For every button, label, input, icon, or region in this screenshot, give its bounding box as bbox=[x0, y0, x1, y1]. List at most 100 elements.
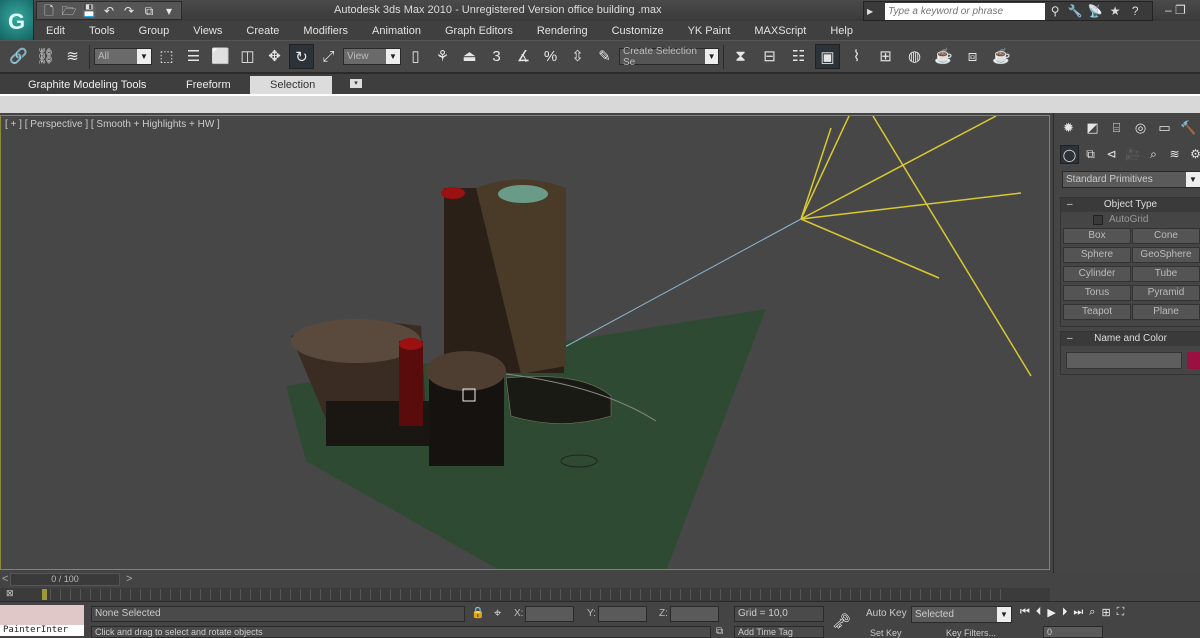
align-icon[interactable]: ⊟ bbox=[757, 44, 782, 69]
object-type-header[interactable]: – Object Type bbox=[1061, 198, 1200, 212]
y-coordinate-field[interactable] bbox=[598, 606, 647, 622]
modify-tab-icon[interactable]: ◩ bbox=[1082, 115, 1103, 140]
curve-editor-icon[interactable]: ⌇ bbox=[844, 44, 869, 69]
rendered-frame-window-icon[interactable]: ⧈ bbox=[960, 44, 985, 69]
menu-help[interactable]: Help bbox=[818, 25, 865, 37]
previous-frame-icon[interactable]: ⏴ bbox=[1036, 606, 1042, 619]
maxscript-input[interactable]: PainterInter bbox=[0, 625, 84, 636]
z-coordinate-field[interactable] bbox=[670, 606, 719, 622]
schematic-view-icon[interactable]: ⊞ bbox=[873, 44, 898, 69]
render-setup-icon[interactable]: ☕ bbox=[931, 44, 956, 69]
menu-group[interactable]: Group bbox=[127, 25, 182, 37]
go-to-end-icon[interactable]: ⏭ bbox=[1073, 606, 1083, 619]
open-file-icon[interactable]: 🗁 bbox=[61, 3, 77, 19]
object-color-swatch[interactable] bbox=[1187, 352, 1200, 369]
select-and-scale-icon[interactable]: ⤢ bbox=[316, 44, 341, 69]
select-and-rotate-icon[interactable]: ↻ bbox=[289, 44, 314, 69]
time-slider-handle[interactable]: 0 / 100 bbox=[10, 573, 120, 586]
wrench-icon[interactable]: 🔧 bbox=[1065, 4, 1085, 18]
hierarchy-tab-icon[interactable]: ⌸ bbox=[1106, 115, 1127, 140]
select-by-name-icon[interactable]: ☰ bbox=[181, 44, 206, 69]
previous-frame-button[interactable]: < bbox=[2, 573, 8, 585]
save-icon[interactable]: 💾 bbox=[81, 3, 97, 19]
primitive-cone-button[interactable]: Cone bbox=[1132, 228, 1200, 244]
bind-space-warp-icon[interactable]: ≋ bbox=[60, 44, 85, 69]
space-warps-icon[interactable]: ≋ bbox=[1165, 145, 1184, 164]
new-file-icon[interactable]: 🗋 bbox=[41, 3, 57, 19]
mirror-icon[interactable]: ⧗ bbox=[728, 44, 753, 69]
time-tag-icon[interactable]: ⧉ bbox=[716, 626, 723, 637]
auto-key-button[interactable]: Auto Key bbox=[866, 608, 907, 619]
menu-edit[interactable]: Edit bbox=[34, 25, 77, 37]
key-mode-dropdown[interactable]: Selected ▼ bbox=[911, 606, 1012, 623]
systems-icon[interactable]: ⚙ bbox=[1186, 145, 1200, 164]
time-slider[interactable]: < 0 / 100 > bbox=[0, 572, 1050, 587]
name-and-color-header[interactable]: – Name and Color bbox=[1061, 332, 1200, 346]
select-and-move-icon[interactable]: ✥ bbox=[262, 44, 287, 69]
x-coordinate-field[interactable] bbox=[525, 606, 574, 622]
window-controls[interactable]: – ❐ bbox=[1165, 3, 1186, 17]
menu-views[interactable]: Views bbox=[181, 25, 234, 37]
zoom-icon[interactable]: ⌕ bbox=[1089, 606, 1095, 619]
shapes-icon[interactable]: ⧉ bbox=[1081, 145, 1100, 164]
lights-icon[interactable]: ⊲ bbox=[1102, 145, 1121, 164]
percent-snap-icon[interactable]: % bbox=[538, 44, 563, 69]
menu-customize[interactable]: Customize bbox=[600, 25, 676, 37]
absolute-mode-transform-icon[interactable]: ⌖ bbox=[494, 605, 501, 621]
render-production-icon[interactable]: ☕ bbox=[989, 44, 1014, 69]
select-manipulate-icon[interactable]: ⚘ bbox=[430, 44, 455, 69]
unlink-icon[interactable]: ⛓ bbox=[33, 44, 58, 69]
perspective-viewport[interactable]: [ + ] [ Perspective ] [ Smooth + Highlig… bbox=[0, 115, 1050, 570]
redo-icon[interactable]: ↷ bbox=[121, 3, 137, 19]
application-button[interactable]: G bbox=[0, 0, 34, 44]
satellite-icon[interactable]: 📡 bbox=[1085, 4, 1105, 18]
select-object-icon[interactable]: ⬚ bbox=[154, 44, 179, 69]
spinner-snap-icon[interactable]: ⇳ bbox=[565, 44, 590, 69]
primitive-cylinder-button[interactable]: Cylinder bbox=[1063, 266, 1131, 282]
rectangular-selection-icon[interactable]: ⬜ bbox=[208, 44, 233, 69]
set-key-icon[interactable]: 🗝 bbox=[832, 612, 851, 630]
selection-filter-dropdown[interactable]: All ▼ bbox=[94, 48, 152, 65]
primitive-type-dropdown[interactable]: Standard Primitives ▼ bbox=[1062, 171, 1200, 188]
ribbon-options-icon[interactable]: ▾ bbox=[350, 79, 362, 88]
menu-modifiers[interactable]: Modifiers bbox=[291, 25, 360, 37]
current-frame-field[interactable]: 0 bbox=[1043, 626, 1103, 638]
layer-manager-icon[interactable]: ☷ bbox=[786, 44, 811, 69]
angle-snap-icon[interactable]: ∡ bbox=[511, 44, 536, 69]
primitive-torus-button[interactable]: Torus bbox=[1063, 285, 1131, 301]
create-tab-icon[interactable]: ✹ bbox=[1058, 115, 1079, 140]
geometry-icon[interactable]: ◯ bbox=[1060, 145, 1079, 164]
help-search-input[interactable] bbox=[885, 2, 1046, 20]
star-icon[interactable]: ★ bbox=[1105, 4, 1125, 18]
snaps-toggle-icon[interactable]: 3 bbox=[484, 44, 509, 69]
select-and-link-icon[interactable]: 🔗 bbox=[6, 44, 31, 69]
tab-selection[interactable]: Selection bbox=[250, 76, 332, 95]
graphite-toggle-icon[interactable]: ▣ bbox=[815, 44, 840, 69]
next-frame-button[interactable]: > bbox=[126, 573, 132, 585]
display-tab-icon[interactable]: ▭ bbox=[1154, 115, 1175, 140]
menu-create[interactable]: Create bbox=[234, 25, 291, 37]
menu-maxscript[interactable]: MAXScript bbox=[742, 25, 818, 37]
expand-arrow-icon[interactable]: ▶ bbox=[867, 7, 873, 16]
primitive-geosphere-button[interactable]: GeoSphere bbox=[1132, 247, 1200, 263]
tab-graphite-modeling-tools[interactable]: Graphite Modeling Tools bbox=[8, 76, 166, 95]
menu-graph-editors[interactable]: Graph Editors bbox=[433, 25, 525, 37]
play-icon[interactable]: ▶ bbox=[1047, 606, 1055, 619]
add-time-tag[interactable]: Add Time Tag bbox=[734, 626, 824, 638]
object-name-input[interactable] bbox=[1066, 352, 1182, 369]
next-frame-icon[interactable]: ⏵ bbox=[1062, 606, 1068, 619]
track-bar[interactable]: ⊠ bbox=[0, 588, 1050, 601]
undo-icon[interactable]: ↶ bbox=[101, 3, 117, 19]
reference-coordinate-dropdown[interactable]: View ▼ bbox=[343, 48, 401, 65]
window-crossing-icon[interactable]: ◫ bbox=[235, 44, 260, 69]
utilities-tab-icon[interactable]: 🔨 bbox=[1178, 115, 1199, 140]
dropdown-arrow-icon[interactable]: ▾ bbox=[161, 3, 177, 19]
primitive-sphere-button[interactable]: Sphere bbox=[1063, 247, 1131, 263]
maxscript-listener-mini[interactable] bbox=[0, 605, 84, 625]
cameras-icon[interactable]: 🎥 bbox=[1123, 145, 1142, 164]
menu-yk-paint[interactable]: YK Paint bbox=[676, 25, 743, 37]
set-key-button[interactable]: Set Key bbox=[870, 628, 902, 638]
helpers-icon[interactable]: ⌕ bbox=[1144, 145, 1163, 164]
primitive-pyramid-button[interactable]: Pyramid bbox=[1132, 285, 1200, 301]
zoom-all-icon[interactable]: ⊞ bbox=[1101, 606, 1110, 619]
